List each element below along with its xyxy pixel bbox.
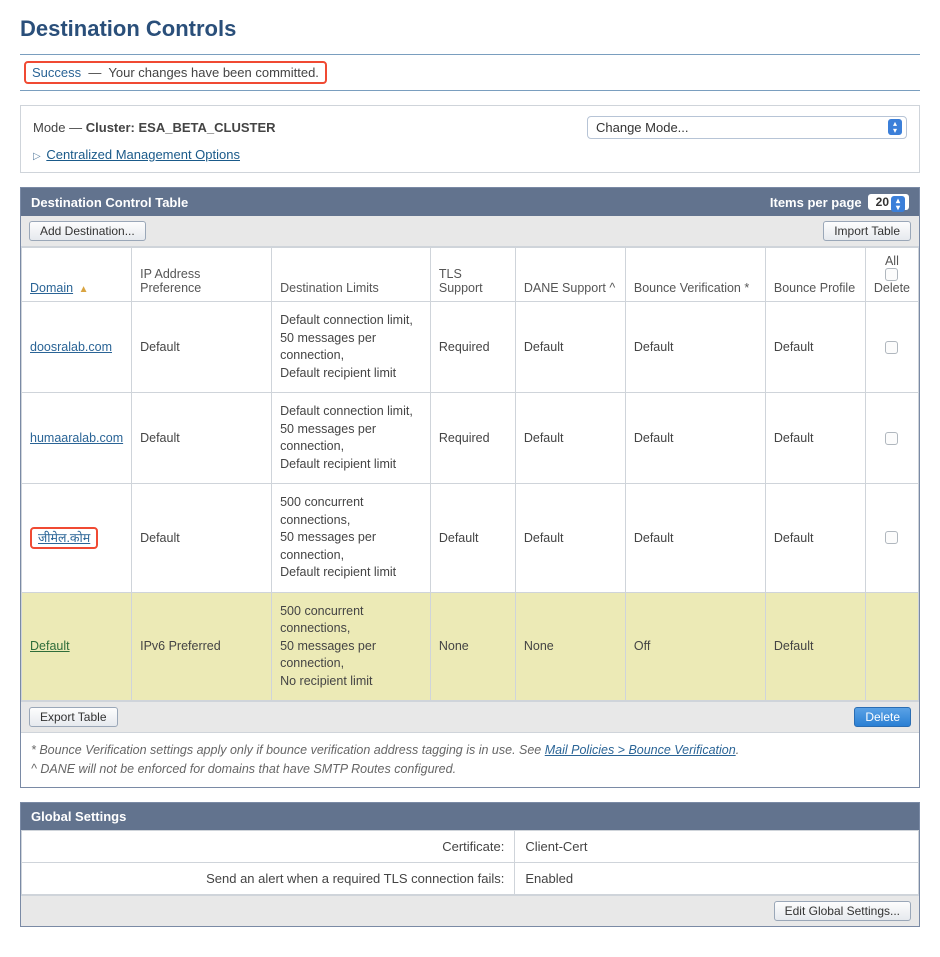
cell-ip_pref: Default xyxy=(132,302,272,393)
cell-bounce_prof: Default xyxy=(765,592,865,701)
cell-tls: Required xyxy=(430,302,515,393)
cell-ip_pref: Default xyxy=(132,393,272,484)
export-table-button[interactable]: Export Table xyxy=(29,707,118,727)
success-bar: Success — Your changes have been committ… xyxy=(20,54,920,91)
col-delete-label: Delete xyxy=(874,281,910,295)
footnote-bounce-post: . xyxy=(736,743,739,757)
table-row: Default IPv6 Preferred500 concurrent conn… xyxy=(22,592,919,701)
items-per-page-label: Items per page xyxy=(770,195,862,210)
mode-panel: Mode — Cluster: ESA_BETA_CLUSTER Change … xyxy=(20,105,920,173)
cell-limits: Default connection limit, 50 messages pe… xyxy=(272,393,431,484)
centralized-management-options-link[interactable]: Centralized Management Options xyxy=(46,147,240,162)
global-settings-title: Global Settings xyxy=(31,809,126,824)
success-message-highlight: Success — Your changes have been committ… xyxy=(24,61,327,84)
footnote-bounce-link[interactable]: Mail Policies > Bounce Verification xyxy=(545,743,736,757)
success-word: Success xyxy=(32,65,81,80)
domain-link[interactable]: humaaralab.com xyxy=(30,431,123,445)
chevron-updown-icon: ▴▾ xyxy=(888,119,902,135)
disclosure-triangle-icon[interactable]: ▷ xyxy=(33,151,41,162)
change-mode-select[interactable]: Change Mode... ▴▾ xyxy=(587,116,907,139)
delete-all-checkbox[interactable] xyxy=(885,268,898,281)
col-ip-pref: IP Address Preference xyxy=(132,248,272,302)
gs-label: Certificate: xyxy=(22,830,515,862)
chevron-updown-icon: ▴▾ xyxy=(891,196,905,212)
mode-label: Mode — Cluster: ESA_BETA_CLUSTER xyxy=(33,120,276,135)
col-dane: DANE Support ^ xyxy=(515,248,625,302)
col-tls: TLS Support xyxy=(430,248,515,302)
footnote-dane: ^ DANE will not be enforced for domains … xyxy=(31,760,909,779)
cell-dane: None xyxy=(515,592,625,701)
cell-dane: Default xyxy=(515,302,625,393)
delete-row-checkbox[interactable] xyxy=(885,531,898,544)
table-row: जीमेल.कोमDefault500 concurrent connectio… xyxy=(22,484,919,593)
gs-value: Client-Cert xyxy=(515,830,919,862)
cell-ip_pref: IPv6 Preferred xyxy=(132,592,272,701)
cell-bounce_ver: Off xyxy=(625,592,765,701)
cell-limits: Default connection limit, 50 messages pe… xyxy=(272,302,431,393)
global-settings-row: Certificate:Client-Cert xyxy=(22,830,919,862)
table-row: doosralab.comDefaultDefault connection l… xyxy=(22,302,919,393)
cell-bounce_prof: Default xyxy=(765,302,865,393)
col-bounce-prof: Bounce Profile xyxy=(765,248,865,302)
items-per-page-select[interactable]: 20 ▴▾ xyxy=(868,194,909,210)
sort-asc-icon: ▲ xyxy=(79,284,89,295)
delete-button[interactable]: Delete xyxy=(854,707,911,727)
domain-link[interactable]: Default xyxy=(30,639,70,653)
col-dest-limits: Destination Limits xyxy=(272,248,431,302)
success-text: Your changes have been committed. xyxy=(108,65,319,80)
footnotes: * Bounce Verification settings apply onl… xyxy=(21,732,919,787)
cell-limits: 500 concurrent connections, 50 messages … xyxy=(272,484,431,593)
destination-control-table: Domain ▲ IP Address Preference Destinati… xyxy=(21,247,919,701)
cell-bounce_ver: Default xyxy=(625,393,765,484)
gs-value: Enabled xyxy=(515,862,919,894)
mode-prefix: Mode — xyxy=(33,120,82,135)
cell-dane: Default xyxy=(515,393,625,484)
domain-link[interactable]: जीमेल.कोम xyxy=(38,531,90,545)
global-settings-row: Send an alert when a required TLS connec… xyxy=(22,862,919,894)
global-settings-table: Certificate:Client-CertSend an alert whe… xyxy=(21,830,919,895)
cell-limits: 500 concurrent connections, 50 messages … xyxy=(272,592,431,701)
cell-bounce_prof: Default xyxy=(765,393,865,484)
page-title: Destination Controls xyxy=(20,16,920,42)
delete-row-checkbox[interactable] xyxy=(885,432,898,445)
cell-bounce_ver: Default xyxy=(625,302,765,393)
table-row: humaaralab.comDefaultDefault connection … xyxy=(22,393,919,484)
col-delete-all-label: All xyxy=(874,254,910,268)
destination-control-section: Destination Control Table Items per page… xyxy=(20,187,920,788)
success-sep: — xyxy=(88,65,101,80)
edit-global-settings-button[interactable]: Edit Global Settings... xyxy=(774,901,911,921)
cluster-name: ESA_BETA_CLUSTER xyxy=(139,120,276,135)
items-per-page-value: 20 xyxy=(876,195,889,209)
cluster-label: Cluster: xyxy=(86,120,135,135)
global-settings-section: Global Settings Certificate:Client-CertS… xyxy=(20,802,920,927)
domain-link[interactable]: doosralab.com xyxy=(30,340,112,354)
dct-title: Destination Control Table xyxy=(31,195,188,210)
cell-tls: Required xyxy=(430,393,515,484)
footnote-bounce-pre: * Bounce Verification settings apply onl… xyxy=(31,743,545,757)
import-table-button[interactable]: Import Table xyxy=(823,221,911,241)
col-bounce-ver: Bounce Verification * xyxy=(625,248,765,302)
cell-bounce_prof: Default xyxy=(765,484,865,593)
cell-bounce_ver: Default xyxy=(625,484,765,593)
cell-dane: Default xyxy=(515,484,625,593)
cell-ip_pref: Default xyxy=(132,484,272,593)
add-destination-button[interactable]: Add Destination... xyxy=(29,221,146,241)
change-mode-placeholder: Change Mode... xyxy=(596,120,689,135)
delete-row-checkbox[interactable] xyxy=(885,341,898,354)
gs-label: Send an alert when a required TLS connec… xyxy=(22,862,515,894)
cell-tls: Default xyxy=(430,484,515,593)
highlighted-domain: जीमेल.कोम xyxy=(30,527,98,549)
cell-tls: None xyxy=(430,592,515,701)
col-domain-sort[interactable]: Domain xyxy=(30,281,73,295)
